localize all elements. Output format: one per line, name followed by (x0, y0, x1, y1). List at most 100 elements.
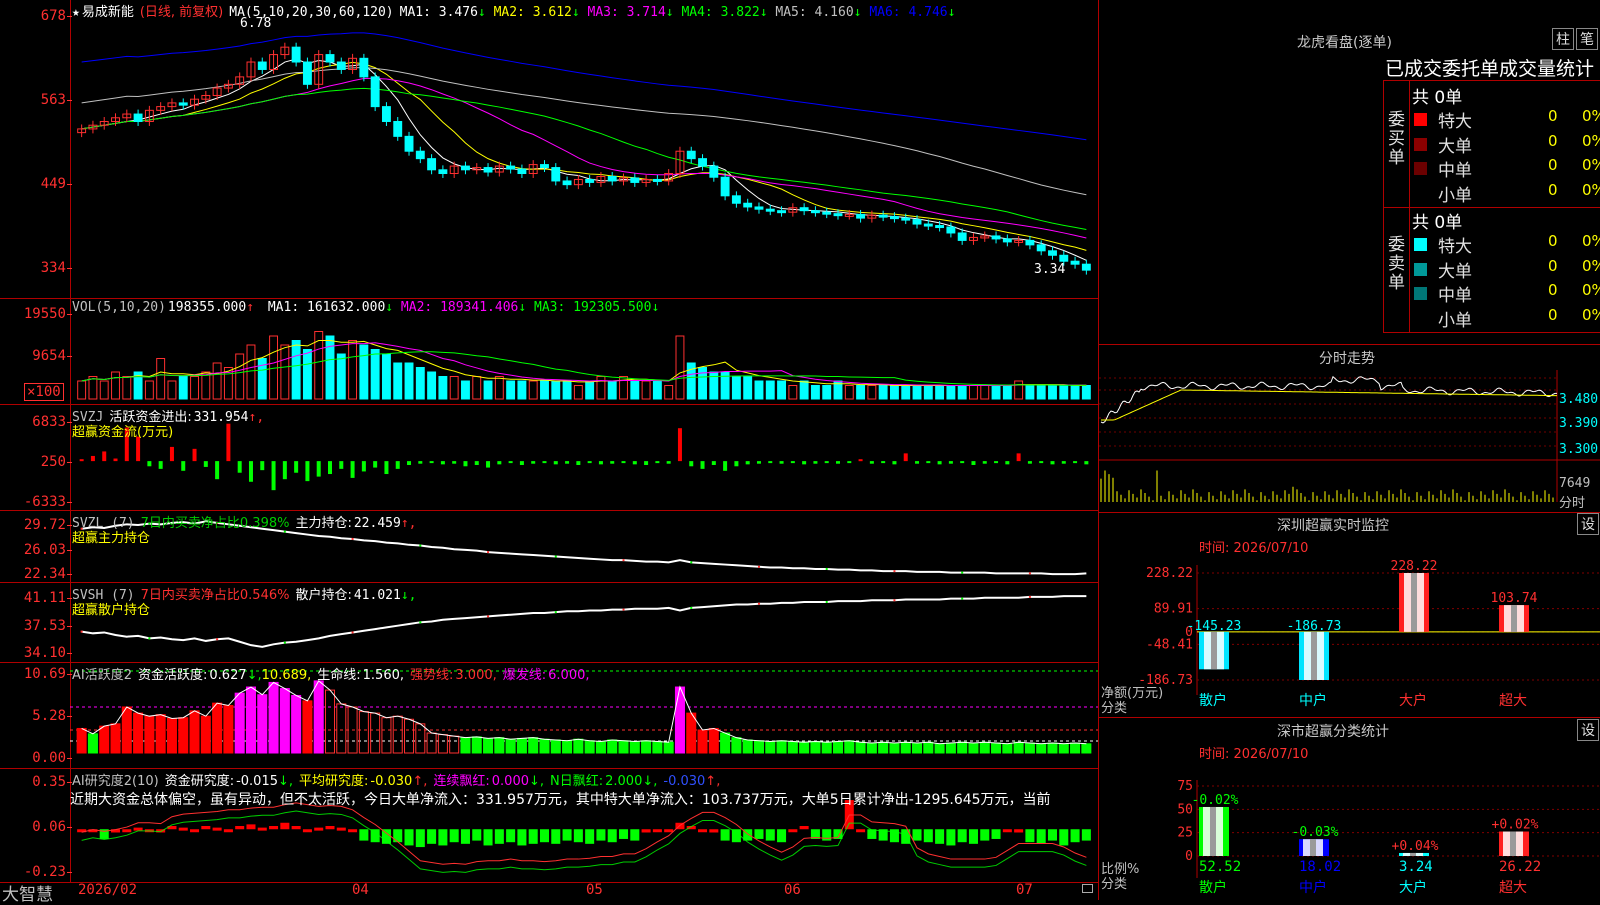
activity-bar (991, 742, 1002, 754)
ai-research-panel[interactable]: 0.35 0.06 -0.23 AI研究度2(10) 资金研究度: -0.015↓,… (0, 769, 1098, 882)
vol-ma-arrow: ↓ (518, 300, 527, 315)
volume-unit-button[interactable]: ×100 (24, 383, 64, 401)
classify-settings-button[interactable]: 设 (1577, 719, 1599, 741)
monitor-bar-core (1311, 631, 1317, 680)
activity-bar (720, 732, 731, 754)
ma-value: 4.746 (908, 5, 948, 20)
activity-bar (245, 686, 256, 754)
candle (438, 169, 448, 175)
monitor-ytick: -48.41 (1146, 637, 1193, 652)
ma-name: MA6: (869, 5, 909, 20)
kline-chart[interactable] (0, 0, 1098, 298)
intraday-title[interactable]: 分时走势 (1319, 348, 1375, 368)
kline-panel[interactable]: 678 563 449 334 ★ 易成新能 (日线, 前复权) MA(5,10,20… (0, 0, 1098, 299)
svzj-panel[interactable]: 6833 250 -6333 SVZJ 活跃资金进出: 331.954↑, 超赢资金… (0, 405, 1098, 511)
favorite-star-icon[interactable]: ★ (72, 5, 80, 20)
flow-bar (181, 461, 186, 471)
activity-bar (381, 717, 392, 754)
intraday-price-high: 3.480 (1559, 392, 1599, 407)
period-mode[interactable]: (日线, 前复权) (140, 5, 223, 20)
activity-bar (449, 735, 460, 754)
lhb-row-name: 小单 (1438, 310, 1472, 331)
flow-bar (158, 461, 163, 469)
intraday-chart[interactable]: 3.480 3.390 3.300 7649 分时 (1099, 370, 1600, 511)
flow-bar (294, 461, 299, 473)
svsh-panel[interactable]: 41.11 37.53 34.10 SVSH (7) 7日内买卖净占比0.546%… (0, 583, 1098, 663)
lhb-stroke-button[interactable]: 笔 (1576, 28, 1598, 50)
flow-bar (1016, 453, 1021, 462)
candle (1059, 254, 1069, 262)
activity-bar (866, 742, 877, 754)
volume-panel[interactable]: 19550 9654 ×100 VOL(5,10,20) 198355.000↑ … (0, 299, 1098, 405)
research-bar (765, 829, 775, 841)
flow-bar (723, 461, 728, 471)
candle (506, 165, 516, 170)
volume-bar (923, 385, 933, 400)
activity-bar (313, 680, 324, 754)
candle (359, 57, 369, 78)
research-bar (935, 829, 945, 844)
volume-bar (754, 380, 764, 400)
volume-bar (461, 380, 470, 400)
ma-name: MA3: (587, 5, 627, 20)
activity-bar (505, 738, 516, 754)
volume-bar (235, 353, 245, 400)
activity-bar (133, 712, 144, 754)
flow-bar (790, 461, 795, 464)
lhb-row-percent: 0% (1582, 305, 1600, 324)
lhb-row-count: 0 (1548, 156, 1558, 174)
classify-delta: -0.03% (1292, 825, 1339, 840)
flow-bar (768, 461, 773, 464)
flow-bar (847, 461, 852, 464)
monitor-settings-button[interactable]: 设 (1577, 513, 1599, 535)
svsh-tick: 37.53 (0, 619, 72, 633)
volume-bar (912, 385, 922, 400)
volume-tick: 9654 (0, 349, 72, 363)
flow-bar (474, 461, 479, 465)
lhb-bar-button[interactable]: 柱 (1552, 28, 1574, 50)
intraday-vol-unit: 分时 (1559, 496, 1586, 511)
volume-bar (348, 340, 358, 400)
flow-bar (971, 461, 976, 465)
activity-bar (494, 737, 505, 754)
research-bar (1059, 829, 1069, 846)
research-bar (1014, 829, 1024, 833)
candle (585, 178, 595, 183)
candle (652, 178, 662, 182)
activity-bar (595, 740, 606, 754)
ma-value: 3.714 (626, 5, 666, 20)
stock-name[interactable]: 易成新能 (82, 5, 134, 20)
research-bar (641, 829, 651, 833)
volume-bar (585, 380, 595, 400)
volume-bar (799, 380, 809, 400)
main-holding-line-tick (554, 555, 557, 558)
research-bar (235, 826, 245, 830)
lock-icon[interactable] (1082, 884, 1093, 893)
research-bar (1047, 829, 1058, 841)
volume-bar (856, 385, 866, 400)
research-bar (968, 829, 978, 844)
flow-bar (395, 461, 400, 469)
classify-chart: 75 50 25 0 -0.02% 52.52 散户 -0.03% 18.02 中户 +0.04% 3… (1099, 760, 1600, 900)
ai-activity-panel[interactable]: 10.69 5.28 0.00 AI活跃度2 资金活跃度: 0.627↓,10.68… (0, 663, 1098, 769)
activity-bar (1024, 742, 1035, 754)
research-bar (856, 829, 866, 833)
activity-bar (742, 739, 753, 754)
svzl-panel[interactable]: 29.72 26.03 22.34 SVZL (7) 7日内买卖净占比0.398%… (0, 511, 1098, 583)
activity-bar (889, 742, 900, 754)
kline-header: ★ 易成新能 (日线, 前复权) MA(5,10,20,30,60,120) MA1: … (72, 1, 961, 20)
volume-tick: 19550 (0, 307, 72, 321)
activity-bar (460, 737, 471, 754)
air-tick: -0.23 (0, 865, 72, 879)
research-bar (178, 827, 188, 831)
volume-bar (551, 380, 561, 400)
research-bar (788, 829, 798, 833)
flow-bar (203, 461, 208, 467)
lhb-row: 中单 0 0% (1410, 156, 1600, 181)
flow-bar (384, 461, 389, 475)
lhb-tabs[interactable]: 已成交委托单成交量统计 (1385, 54, 1594, 81)
flow-bar (621, 461, 626, 464)
lhb-row-name: 特大 (1438, 112, 1472, 132)
brand-label[interactable]: 大智慧 (2, 880, 53, 905)
monitor-ytick: 228.22 (1146, 566, 1193, 581)
